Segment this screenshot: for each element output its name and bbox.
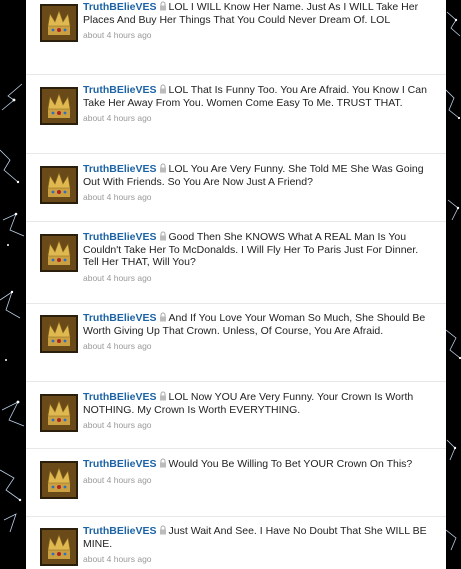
tweet-timestamp-link[interactable]: about 4 hours ago (83, 273, 433, 283)
background-sparkle-right (446, 0, 461, 569)
tweet-timestamp-link[interactable]: about 4 hours ago (83, 113, 433, 123)
screen-name-link[interactable]: TruthBElieVES (83, 458, 157, 470)
avatar[interactable] (40, 234, 78, 272)
tweet-timestamp-link[interactable]: about 4 hours ago (83, 30, 433, 40)
divider (26, 153, 446, 154)
tweet-text: Would You Be Willing To Bet YOUR Crown O… (168, 458, 413, 470)
divider (26, 381, 446, 382)
lock-icon (159, 1, 167, 11)
lock-icon (159, 312, 167, 322)
divider (26, 516, 446, 517)
lock-icon (159, 231, 167, 241)
screen-name-link[interactable]: TruthBElieVES (83, 84, 157, 96)
screen-name-link[interactable]: TruthBElieVES (83, 1, 157, 13)
tweet-timestamp-link[interactable]: about 4 hours ago (83, 420, 433, 430)
avatar[interactable] (40, 166, 78, 204)
divider (26, 303, 446, 304)
screen-name-link[interactable]: TruthBElieVES (83, 391, 157, 403)
divider (26, 74, 446, 75)
lock-icon (159, 458, 167, 468)
tweet-timestamp-link[interactable]: about 4 hours ago (83, 341, 433, 351)
avatar[interactable] (40, 461, 78, 499)
tweet-timestamp-link[interactable]: about 4 hours ago (83, 192, 433, 202)
tweet-timestamp-link[interactable]: about 4 hours ago (83, 554, 433, 564)
background-sparkle-left (0, 0, 26, 569)
avatar[interactable] (40, 315, 78, 353)
lock-icon (159, 163, 167, 173)
screen-name-link[interactable]: TruthBElieVES (83, 163, 157, 175)
tweet-timestamp-link[interactable]: about 4 hours ago (83, 475, 433, 485)
screen-name-link[interactable]: TruthBElieVES (83, 525, 157, 537)
avatar[interactable] (40, 87, 78, 125)
screen-name-link[interactable]: TruthBElieVES (83, 231, 157, 243)
avatar[interactable] (40, 4, 78, 42)
avatar[interactable] (40, 528, 78, 566)
lock-icon (159, 84, 167, 94)
divider (26, 221, 446, 222)
tweet-timeline: TruthBElieVES LOL I WILL Know Her Name. J… (26, 0, 446, 569)
lock-icon (159, 391, 167, 401)
divider (26, 448, 446, 449)
lock-icon (159, 525, 167, 535)
avatar[interactable] (40, 394, 78, 432)
screen-name-link[interactable]: TruthBElieVES (83, 312, 157, 324)
